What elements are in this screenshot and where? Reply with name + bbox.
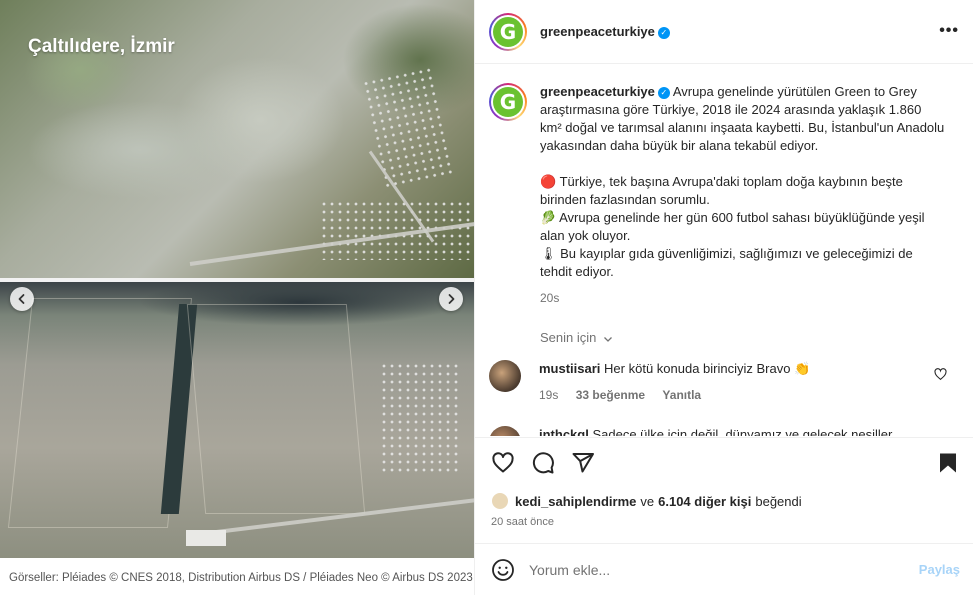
- comment-time[interactable]: 19s: [539, 388, 558, 402]
- post-sidebar: G greenpeaceturkiye ✓ ••• G greenpeacetur…: [474, 0, 973, 595]
- author-avatar[interactable]: G: [489, 12, 527, 51]
- verified-badge-icon: ✓: [657, 26, 670, 39]
- author-username: greenpeaceturkiye: [540, 24, 655, 39]
- caption-timestamp[interactable]: 20s: [540, 289, 945, 307]
- post-timestamp[interactable]: 20 saat önce: [491, 516, 554, 528]
- comment-likes[interactable]: 33 beğenme: [576, 388, 645, 402]
- comment-like-heart-icon[interactable]: [934, 368, 947, 381]
- comment-filter-label: Senin için: [540, 330, 597, 345]
- fill-area-east: [186, 304, 366, 514]
- liker-avatar[interactable]: [491, 492, 509, 510]
- commenter-avatar[interactable]: [489, 360, 521, 392]
- likes-count-link[interactable]: 6.104 diğer kişi: [658, 494, 751, 509]
- liked-by-conjunction: ve: [640, 493, 655, 509]
- bookmark-icon[interactable]: [936, 451, 960, 475]
- caption-point: 🔴 Türkiye, tek başına Avrupa'daki toplam…: [540, 174, 903, 207]
- chevron-right-icon: [448, 294, 455, 304]
- comment-text: Her kötü konuda birinciyiz Bravo 👏: [604, 361, 811, 376]
- caption-author-avatar[interactable]: G: [489, 83, 527, 121]
- post-media: Çaltılıdere, İzmir Görseller: Pléiades ©…: [0, 0, 474, 595]
- more-options-button[interactable]: •••: [939, 22, 959, 40]
- caption-point: 🌡 Bu kayıplar gıda güvenliğimizi, sağlığ…: [540, 246, 913, 279]
- caption-point: 🥬 Avrupa genelinde her gün 600 futbol sa…: [540, 210, 925, 243]
- comment-icon[interactable]: [531, 451, 555, 475]
- share-icon[interactable]: [571, 451, 595, 475]
- commenter-avatar[interactable]: [489, 426, 521, 436]
- comment-filter-dropdown[interactable]: Senin için: [540, 330, 613, 345]
- town-houses: [320, 200, 470, 260]
- comment-item: mustiisari Her kötü konuda birinciyiz Br…: [489, 360, 959, 404]
- comments-section[interactable]: G greenpeaceturkiye ✓ Avrupa genelinde yü…: [475, 65, 973, 436]
- location-overlay-title: Çaltılıdere, İzmir: [28, 36, 175, 57]
- post-header: G greenpeaceturkiye ✓ •••: [475, 0, 973, 64]
- comment-item: inthckgl Sadece ülke için değil, dünyamı…: [489, 426, 959, 436]
- image-credit: Görseller: Pléiades © CNES 2018, Distrib…: [0, 558, 474, 595]
- satellite-image-2023: [0, 282, 474, 558]
- village-houses: [380, 362, 460, 472]
- village-houses: [361, 65, 453, 189]
- carousel-prev-button[interactable]: [10, 287, 34, 311]
- greenpeace-logo: G: [493, 16, 523, 47]
- liker-username[interactable]: kedi_sahiplendirme: [515, 494, 636, 509]
- add-comment-bar: Paylaş: [475, 543, 973, 595]
- post-comment-button[interactable]: Paylaş: [919, 562, 960, 577]
- carousel-next-button[interactable]: [439, 287, 463, 311]
- commenter-username[interactable]: inthckgl: [539, 427, 589, 436]
- post-caption: G greenpeaceturkiye ✓ Avrupa genelinde yü…: [489, 83, 959, 307]
- post-actions: kedi_sahiplendirme ve 6.104 diğer kişi b…: [475, 437, 973, 543]
- author-username-link[interactable]: greenpeaceturkiye ✓: [540, 24, 670, 39]
- reply-button[interactable]: Yanıtla: [662, 388, 701, 402]
- verified-badge-icon: ✓: [657, 86, 670, 99]
- liked-by-suffix: beğendi: [755, 493, 802, 509]
- instagram-post-modal: Çaltılıdere, İzmir Görseller: Pléiades ©…: [0, 0, 973, 595]
- heart-icon[interactable]: [491, 451, 515, 475]
- caption-username[interactable]: greenpeaceturkiye: [540, 84, 655, 99]
- chevron-down-icon: [604, 336, 612, 342]
- liked-by: kedi_sahiplendirme ve 6.104 diğer kişi b…: [491, 492, 802, 510]
- chevron-left-icon: [18, 294, 25, 304]
- emoji-icon[interactable]: [491, 558, 515, 582]
- comment-text: Sadece ülke için değil, dünyamız ve gele…: [592, 427, 893, 436]
- commenter-username[interactable]: mustiisari: [539, 361, 600, 376]
- comment-input[interactable]: [529, 559, 889, 580]
- industrial-building: [186, 530, 226, 546]
- greenpeace-logo: G: [493, 87, 523, 117]
